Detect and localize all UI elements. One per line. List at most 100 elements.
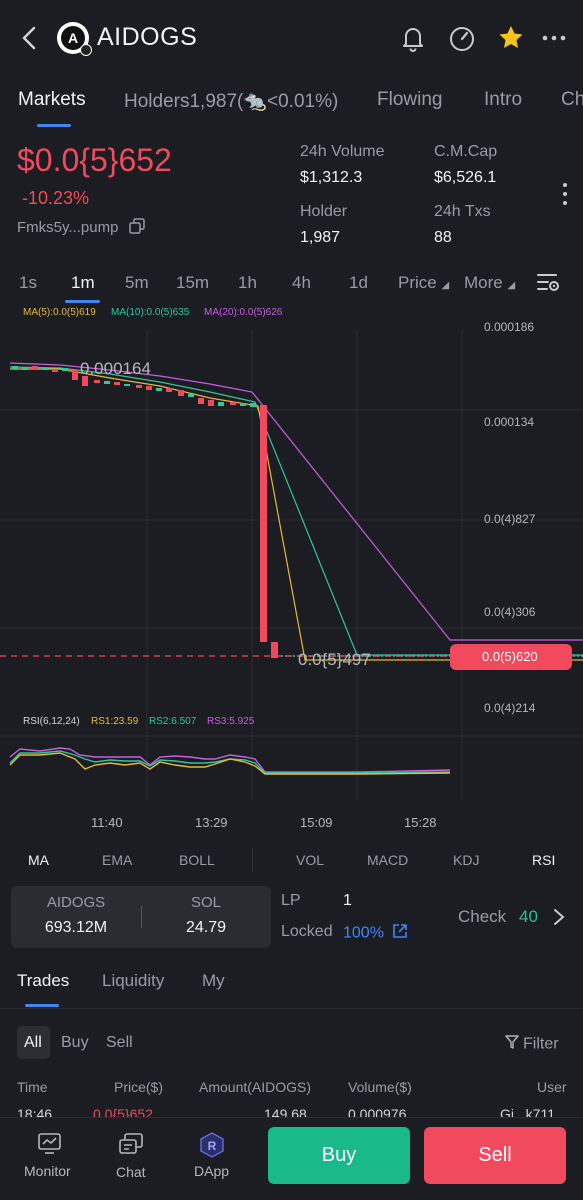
check-label[interactable]: Check bbox=[458, 907, 506, 927]
chart-grid bbox=[0, 330, 583, 800]
timeframe-1s[interactable]: 1s bbox=[19, 273, 37, 293]
txs-label: 24h Txs bbox=[434, 203, 491, 220]
price-change: -10.23% bbox=[22, 188, 90, 208]
indicator-ma[interactable]: MA bbox=[28, 852, 49, 868]
rsi-chart bbox=[9, 747, 451, 775]
filter-sell[interactable]: Sell bbox=[106, 1034, 133, 1052]
token-title: AIDOGS bbox=[97, 23, 198, 51]
x-axis-label: 11:40 bbox=[91, 815, 123, 830]
timeframe-15m[interactable]: 15m bbox=[176, 273, 209, 293]
contract-address: Fmks5y...pump bbox=[17, 218, 145, 238]
dropdown-triangle-icon: ◢ bbox=[507, 280, 516, 291]
solana-badge-icon bbox=[80, 44, 92, 56]
pool-token-amount: 693.12M bbox=[44, 919, 108, 936]
monitor-icon[interactable] bbox=[37, 1132, 63, 1156]
volume-value: $1,312.3 bbox=[300, 169, 363, 186]
token-logo: A bbox=[57, 22, 92, 56]
nav-monitor[interactable]: Monitor bbox=[24, 1163, 71, 1179]
tab-intro[interactable]: Intro bbox=[484, 89, 522, 111]
copy-icon[interactable] bbox=[128, 218, 145, 238]
indicator-boll[interactable]: BOLL bbox=[179, 852, 215, 868]
chart-low-label: 0.0{5}497 bbox=[298, 650, 371, 669]
col-amount: Amount(AIDOGS) bbox=[199, 1079, 312, 1095]
price-dropdown-label: Price bbox=[398, 273, 437, 292]
star-icon[interactable] bbox=[496, 22, 526, 54]
indicator-ema[interactable]: EMA bbox=[102, 852, 132, 868]
txs-value: 88 bbox=[434, 229, 452, 246]
tab-holders[interactable]: Holders1,987(🐀<0.01%) bbox=[124, 89, 338, 113]
pool-sol-name: SOL bbox=[190, 894, 221, 911]
filter-buy[interactable]: Buy bbox=[61, 1034, 89, 1052]
cmcap-label: C.M.Cap bbox=[434, 143, 498, 160]
locked-label: Locked bbox=[281, 923, 333, 940]
y-axis-label: 0.0(4)827 bbox=[484, 512, 536, 526]
more-options-icon[interactable] bbox=[540, 22, 570, 54]
sell-button[interactable]: Sell bbox=[424, 1127, 566, 1184]
rsi3-legend: RS3:5.925 bbox=[207, 716, 255, 727]
filter-label: Filter bbox=[523, 1035, 559, 1053]
bell-icon[interactable] bbox=[398, 22, 428, 54]
more-dropdown[interactable]: More ◢ bbox=[464, 273, 515, 293]
external-link-icon bbox=[392, 923, 408, 944]
check-score[interactable]: 40 bbox=[519, 907, 538, 927]
tab-liquidity[interactable]: Liquidity bbox=[102, 971, 164, 991]
back-arrow-icon[interactable] bbox=[18, 22, 42, 54]
indicator-macd[interactable]: MACD bbox=[367, 852, 408, 868]
x-axis-label: 15:28 bbox=[404, 815, 437, 830]
buy-button[interactable]: Buy bbox=[268, 1127, 410, 1184]
holder-label: Holder bbox=[300, 203, 348, 220]
tab-markets[interactable]: Markets bbox=[18, 89, 86, 111]
indicator-kdj[interactable]: KDJ bbox=[453, 852, 479, 868]
active-trade-tab-indicator bbox=[25, 1004, 59, 1007]
funnel-icon bbox=[505, 1034, 519, 1055]
gauge-icon[interactable] bbox=[447, 22, 477, 54]
pool-token-name: AIDOGS bbox=[46, 894, 106, 911]
indicator-divider bbox=[252, 848, 253, 872]
col-time: Time bbox=[17, 1079, 48, 1095]
ma20-legend: MA(20):0.0(5)626 bbox=[204, 307, 283, 318]
timeframe-1h[interactable]: 1h bbox=[238, 273, 257, 293]
locked-value: 100% bbox=[343, 924, 384, 942]
tab-chart[interactable]: Ch bbox=[561, 89, 583, 111]
ma5-legend: MA(5):0.0(5)619 bbox=[23, 307, 96, 318]
timeframe-4h[interactable]: 4h bbox=[292, 273, 311, 293]
ma10-legend: MA(10):0.0(5)635 bbox=[111, 307, 190, 318]
candlestick-chart[interactable]: MA(5):0.0(5)619 MA(10):0.0(5)635 MA(20):… bbox=[0, 305, 583, 835]
dropdown-triangle-icon: ◢ bbox=[441, 280, 450, 291]
top-bar: A AIDOGS bbox=[0, 0, 583, 78]
y-axis-label: 0.0(4)214 bbox=[484, 701, 536, 715]
col-volume: Volume($) bbox=[348, 1079, 412, 1095]
rsi1-legend: RS1:23.59 bbox=[91, 716, 139, 727]
nav-dapp[interactable]: DApp bbox=[194, 1163, 229, 1179]
tab-trades[interactable]: Trades bbox=[17, 971, 69, 991]
filter-button[interactable]: Filter bbox=[505, 1034, 559, 1055]
ma20-line bbox=[9, 362, 583, 641]
chart-settings-icon[interactable] bbox=[536, 270, 562, 294]
chat-icon[interactable] bbox=[118, 1132, 144, 1158]
stats-more-icon[interactable] bbox=[558, 181, 572, 207]
nav-chat[interactable]: Chat bbox=[116, 1164, 146, 1180]
more-dropdown-label: More bbox=[464, 273, 503, 292]
timeframe-5m[interactable]: 5m bbox=[125, 273, 149, 293]
chart-high-label: 0.000164 bbox=[80, 359, 151, 378]
indicator-rsi[interactable]: RSI bbox=[532, 852, 555, 868]
svg-text:R: R bbox=[208, 1139, 217, 1153]
price-dropdown[interactable]: Price ◢ bbox=[398, 273, 449, 293]
active-timeframe-indicator bbox=[65, 300, 100, 303]
contract-address-text: Fmks5y...pump bbox=[17, 218, 119, 236]
cmcap-value: $6,526.1 bbox=[434, 169, 497, 186]
tab-flowing[interactable]: Flowing bbox=[377, 89, 442, 111]
locked-link[interactable]: 100% bbox=[343, 923, 408, 944]
active-tab-indicator bbox=[37, 124, 71, 127]
tab-my[interactable]: My bbox=[202, 971, 225, 991]
holder-value: 1,987 bbox=[300, 229, 341, 246]
rsi-label: RSI(6,12,24) bbox=[23, 716, 80, 727]
filter-all[interactable]: All bbox=[24, 1034, 42, 1052]
timeframe-1d[interactable]: 1d bbox=[349, 273, 368, 293]
indicator-vol[interactable]: VOL bbox=[296, 852, 324, 868]
timeframe-1m[interactable]: 1m bbox=[71, 273, 95, 293]
y-axis-label: 0.000186 bbox=[484, 320, 535, 334]
rsi2-legend: RS2:6.507 bbox=[149, 716, 197, 727]
dapp-icon[interactable]: R bbox=[199, 1132, 225, 1158]
chevron-right-icon[interactable] bbox=[551, 905, 567, 929]
